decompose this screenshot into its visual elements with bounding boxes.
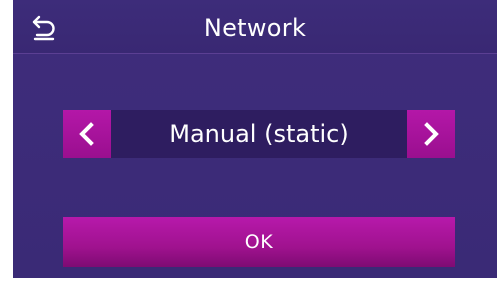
network-mode-value: Manual (static) xyxy=(169,120,349,148)
header-bar: Network xyxy=(13,0,497,54)
device-screen: Network Manual (static) OK xyxy=(13,0,497,278)
ok-button-label: OK xyxy=(244,231,274,253)
chevron-right-icon xyxy=(424,122,439,146)
previous-option-button[interactable] xyxy=(63,110,111,158)
next-option-button[interactable] xyxy=(407,110,455,158)
back-arrow-icon xyxy=(32,15,55,41)
network-mode-selector: Manual (static) xyxy=(63,110,455,158)
chevron-left-icon xyxy=(79,122,94,146)
back-button[interactable] xyxy=(27,8,63,44)
page-title: Network xyxy=(203,14,307,42)
ok-button[interactable]: OK xyxy=(63,217,455,267)
